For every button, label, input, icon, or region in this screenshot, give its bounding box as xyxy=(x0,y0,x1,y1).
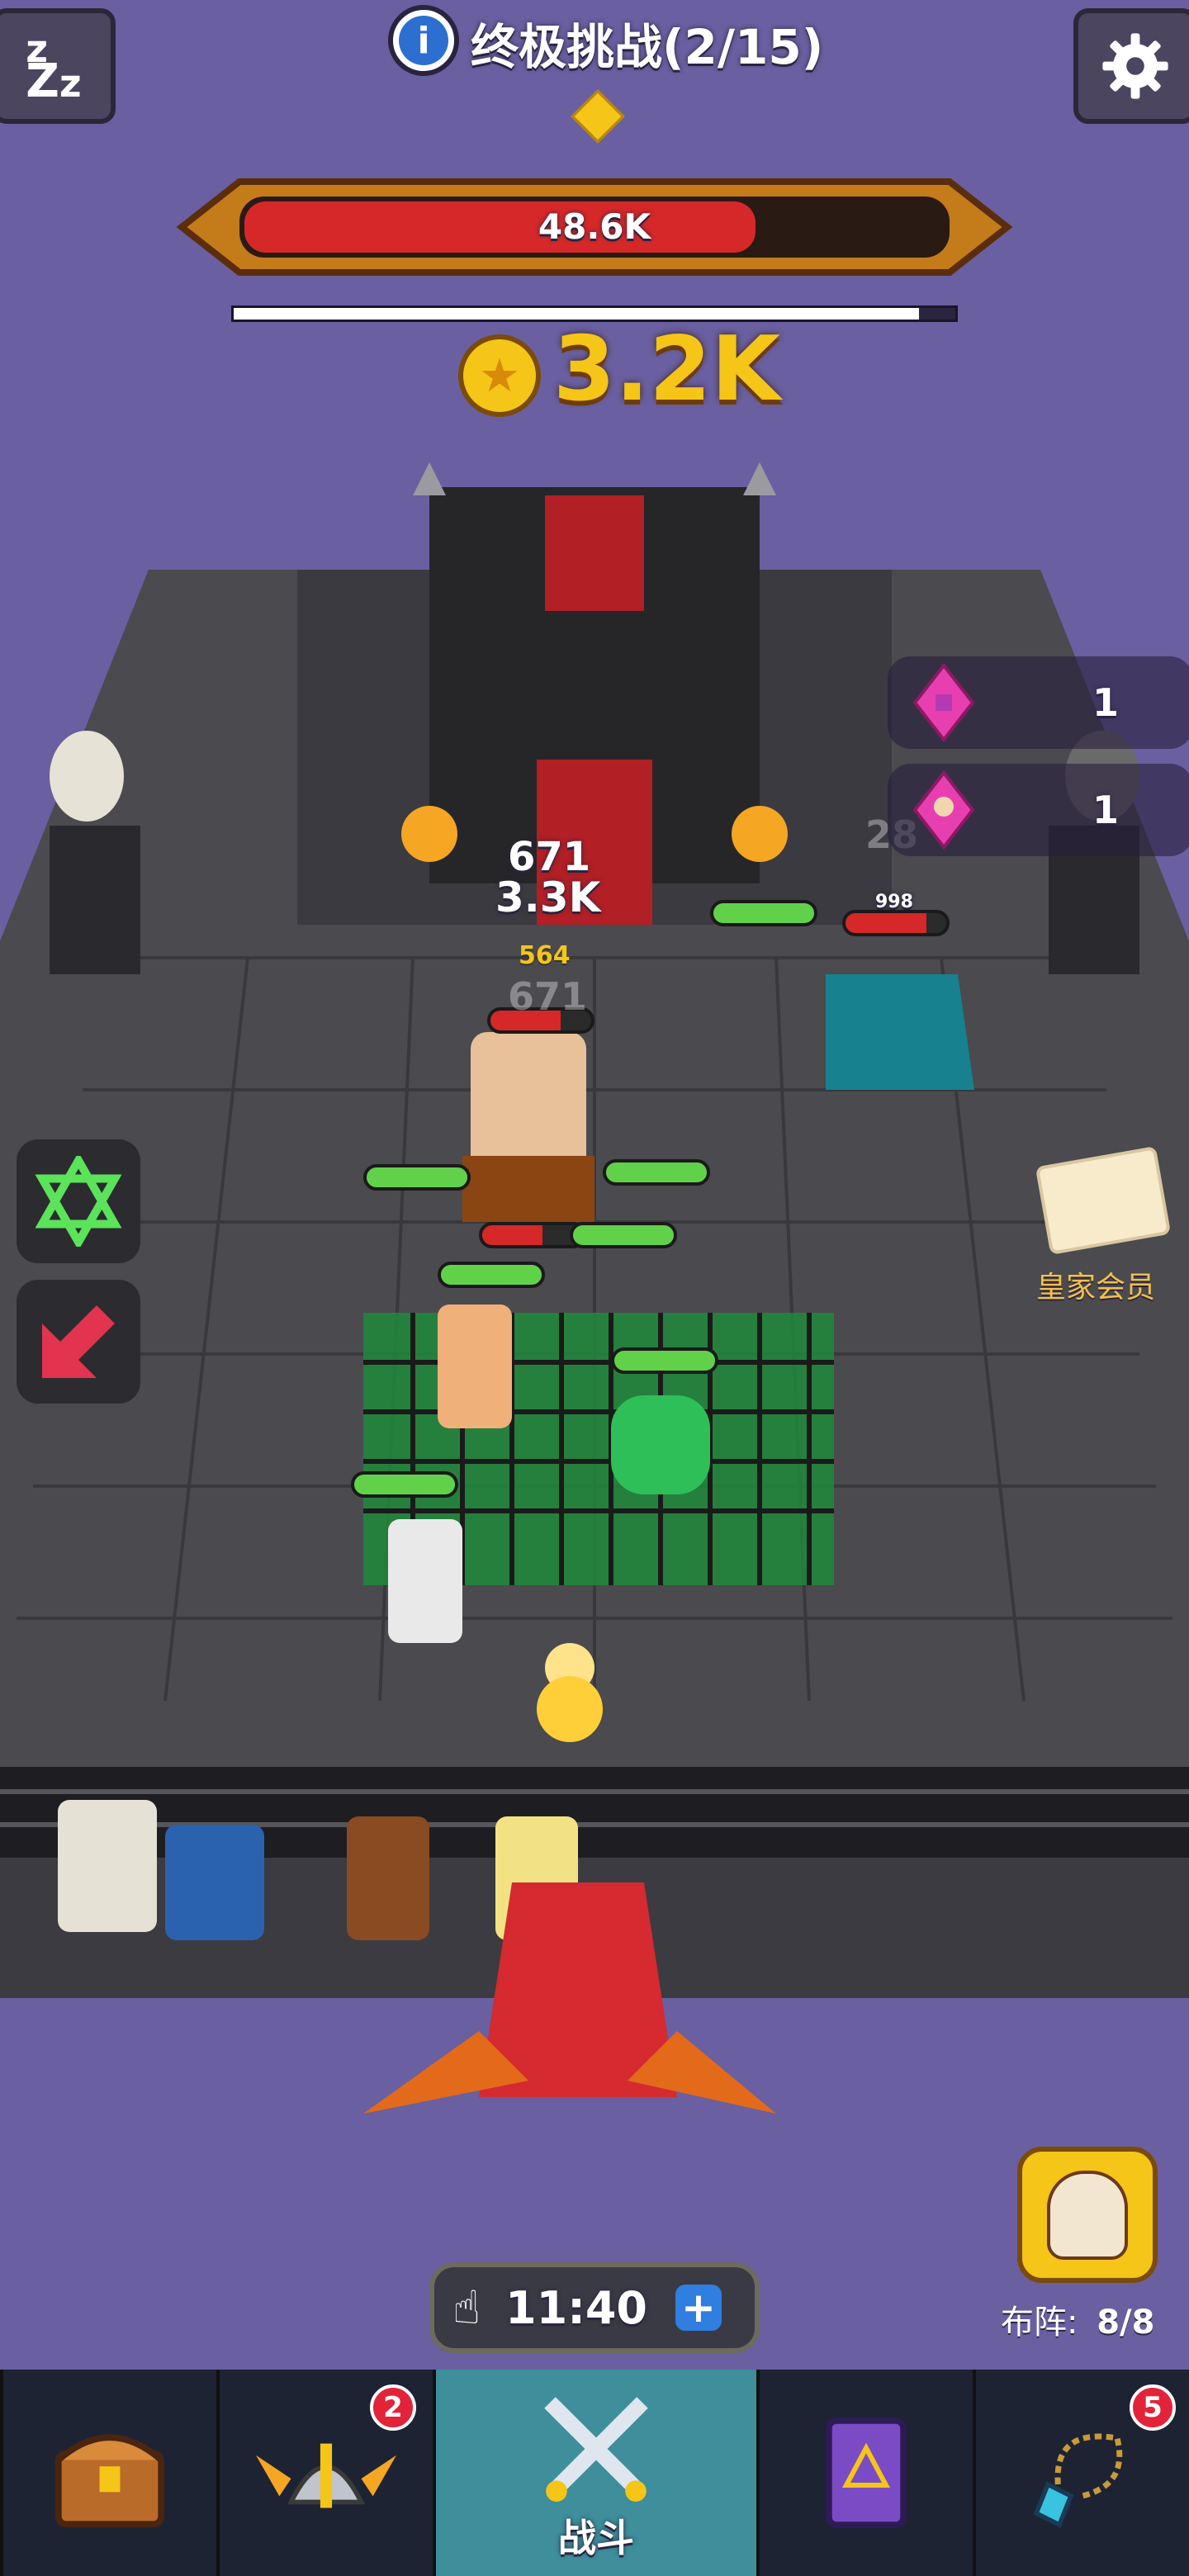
hero-portrait-icon xyxy=(1047,2170,1128,2260)
formation-label: 布阵: 8/8 xyxy=(1001,2295,1154,2343)
energy-timer: ☝ 11:40 + xyxy=(429,2262,760,2353)
boss-hp-text: 48.6K xyxy=(538,206,651,247)
tap-hand-icon: ☝ xyxy=(452,2280,481,2335)
settings-button[interactable] xyxy=(1073,8,1189,124)
skill-button-arrow[interactable] xyxy=(17,1280,140,1404)
info-icon[interactable]: i xyxy=(388,5,459,76)
enemy-hp-bar xyxy=(842,910,950,936)
tab-battle[interactable]: 战斗 xyxy=(433,2370,756,2576)
heroes-badge: 2 xyxy=(370,2384,416,2431)
skill-button-hexagram[interactable] xyxy=(17,1139,140,1263)
spellbook-icon xyxy=(826,2417,907,2528)
zzz-icon: z Zz xyxy=(26,26,82,108)
amulet-badge: 5 xyxy=(1130,2384,1176,2431)
reward-row: 1 xyxy=(888,764,1189,856)
ally-hp-bar xyxy=(611,1347,718,1374)
tab-heroes[interactable]: 2 xyxy=(216,2370,433,2576)
tab-battle-label: 战斗 xyxy=(558,2516,634,2560)
pink-gem-portrait-icon xyxy=(912,769,975,850)
damage-number: 3.3K xyxy=(495,874,601,921)
ally-hp-bar xyxy=(363,1164,471,1191)
reward-count: 1 xyxy=(1092,788,1120,832)
reward-count: 1 xyxy=(1092,680,1120,725)
ally-hp-bar xyxy=(603,1159,710,1186)
enemy-hp-number: 998 xyxy=(875,892,913,912)
plus-icon[interactable]: + xyxy=(675,2284,722,2332)
ally-hp-bar xyxy=(710,900,817,926)
red-arrow-icon xyxy=(42,1305,115,1378)
sleep-button[interactable]: z Zz xyxy=(0,8,116,124)
formation-count: 8/8 xyxy=(1097,2304,1155,2342)
gear-icon xyxy=(1102,33,1168,99)
coin-amount: 3.2K xyxy=(553,318,781,421)
ally-hp-bar xyxy=(438,1262,545,1288)
winged-helmet-icon xyxy=(256,2443,396,2508)
amulet-icon xyxy=(1033,2433,1123,2528)
formation-button[interactable] xyxy=(1017,2147,1158,2283)
hexagram-icon xyxy=(35,1156,122,1247)
tab-chest[interactable] xyxy=(0,2370,216,2576)
reward-row: 1 xyxy=(888,656,1189,749)
treasure-chest-icon xyxy=(54,2434,165,2528)
ally-hp-bar xyxy=(570,1222,677,1248)
ally-hp-bar xyxy=(351,1471,458,1498)
tab-amulet[interactable]: 5 xyxy=(973,2370,1189,2576)
pink-gem-icon xyxy=(912,662,975,743)
stage-title: 终极挑战(2/15) xyxy=(471,19,824,75)
crossed-swords-icon xyxy=(544,2397,648,2502)
bottom-nav: 2 战斗 5 xyxy=(0,2370,1189,2576)
royal-member-label[interactable]: 皇家会员 xyxy=(1036,1263,1155,1306)
boss-health-bar: 48.6K xyxy=(173,165,1016,289)
formation-label-text: 布阵: xyxy=(1001,2304,1078,2342)
coin-icon: ★ xyxy=(458,334,541,417)
tab-spellbook[interactable] xyxy=(756,2370,973,2576)
damage-number: 564 xyxy=(519,941,571,970)
damage-number: 671 xyxy=(508,974,588,1019)
timer-value: 11:40 xyxy=(505,2281,647,2334)
